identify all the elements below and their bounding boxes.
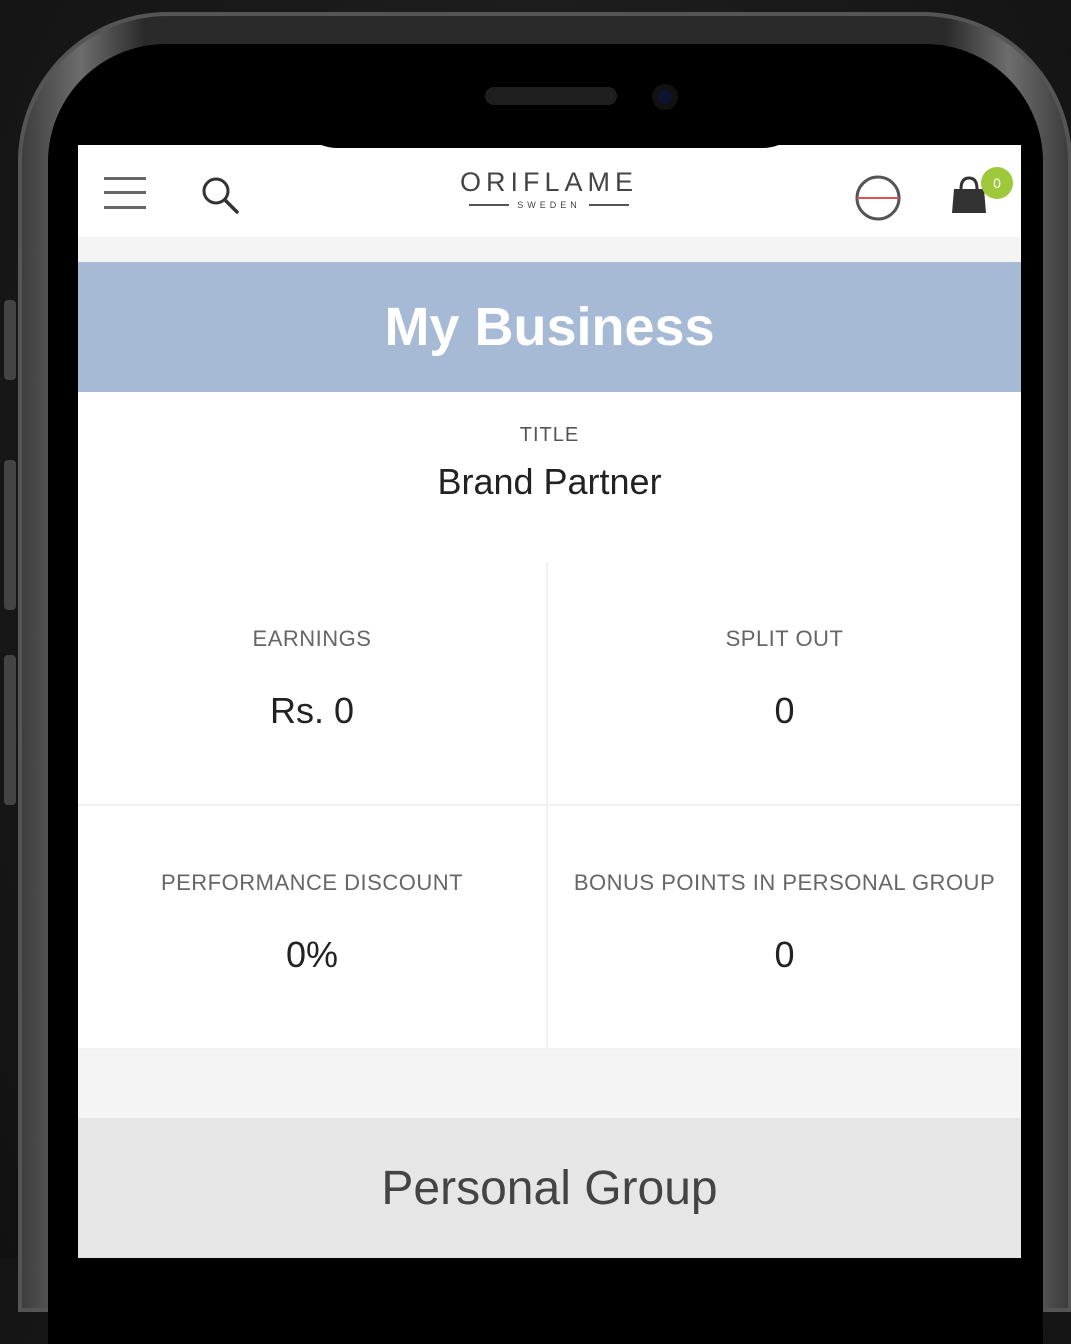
stat-label: PERFORMANCE DISCOUNT xyxy=(160,870,464,895)
stat-label: EARNINGS xyxy=(252,626,372,651)
stat-earnings: EARNINGS Rs. 0 xyxy=(78,562,548,806)
stat-bonus-points: BONUS POINTS IN PERSONAL GROUP 0 xyxy=(548,806,1021,1050)
title-value: Brand Partner xyxy=(437,461,662,502)
mute-switch xyxy=(4,300,16,380)
hamburger-menu-icon[interactable] xyxy=(104,175,146,211)
brand-subtitle: SWEDEN xyxy=(517,200,581,210)
page-title: My Business xyxy=(384,297,715,357)
stat-performance-discount: PERFORMANCE DISCOUNT 0% xyxy=(78,806,548,1050)
title-label: TITLE xyxy=(519,424,580,446)
stat-split-out: SPLIT OUT 0 xyxy=(548,562,1021,806)
brand-name: ORIFLAME xyxy=(459,167,639,197)
top-navigation-bar: ORIFLAME SWEDEN 0 xyxy=(78,145,1021,237)
section-title: Personal Group xyxy=(381,1161,718,1215)
stats-grid: EARNINGS Rs. 0 SPLIT OUT 0 PERFORMANCE D… xyxy=(78,562,1021,1050)
page-header-banner: My Business xyxy=(78,262,1021,392)
brand-logo[interactable]: ORIFLAME SWEDEN xyxy=(438,167,660,210)
stat-label: SPLIT OUT xyxy=(725,626,844,651)
app-screen: ORIFLAME SWEDEN 0 My Business TITLE Bran… xyxy=(78,145,1021,1258)
volume-up-button xyxy=(4,460,16,610)
cart-count-badge: 0 xyxy=(981,167,1013,199)
stat-value: 0% xyxy=(285,934,339,975)
brand-subtitle-row: SWEDEN xyxy=(438,200,660,210)
user-profile-icon[interactable] xyxy=(853,173,903,223)
volume-down-button xyxy=(4,655,16,805)
phone-camera xyxy=(652,84,678,110)
stat-value: 0 xyxy=(774,934,795,975)
search-icon[interactable] xyxy=(200,175,240,215)
stat-label: BONUS POINTS IN PERSONAL GROUP xyxy=(573,870,996,895)
phone-speaker xyxy=(485,87,617,105)
personal-group-section[interactable]: Personal Group xyxy=(78,1118,1021,1258)
stat-value: 0 xyxy=(774,690,795,731)
title-block: TITLE Brand Partner xyxy=(78,392,1021,564)
stat-value: Rs. 0 xyxy=(269,690,355,731)
